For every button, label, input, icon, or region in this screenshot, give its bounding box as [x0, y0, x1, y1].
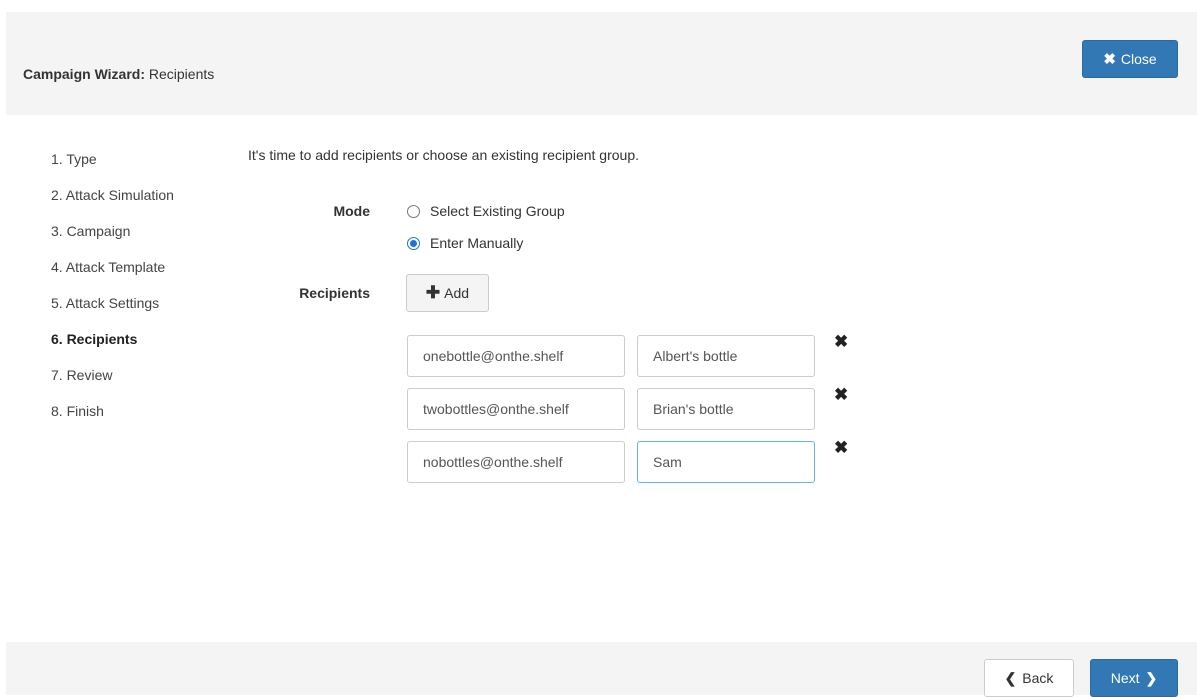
- radio-label-enter-manually: Enter Manually: [430, 235, 524, 251]
- close-button-label: Close: [1120, 51, 1157, 67]
- close-button[interactable]: ✖ Close: [1082, 40, 1178, 78]
- recipient-email-input[interactable]: twobottles@onthe.shelf: [407, 388, 625, 430]
- step-review: 7. Review: [51, 367, 113, 383]
- add-recipient-button[interactable]: ✚ Add: [406, 274, 489, 312]
- modal-header: Campaign Wizard: Recipients ✖ Close: [6, 12, 1197, 115]
- recipient-name-input[interactable]: Albert's bottle: [637, 335, 815, 377]
- recipients-label: Recipients: [299, 285, 370, 301]
- next-button-label: Next: [1110, 670, 1140, 686]
- step-campaign: 3. Campaign: [51, 223, 131, 239]
- recipient-email-input[interactable]: nobottles@onthe.shelf: [407, 441, 625, 483]
- modal-title-step: Recipients: [145, 66, 215, 82]
- step-finish: 8. Finish: [51, 403, 104, 419]
- remove-recipient-icon[interactable]: ✖: [834, 332, 848, 352]
- plus-icon: ✚: [425, 283, 441, 302]
- chevron-right-icon: ❯: [1145, 669, 1158, 686]
- mode-label: Mode: [333, 203, 370, 219]
- chevron-left-icon: ❮: [1004, 669, 1017, 686]
- step-recipients: 6. Recipients: [51, 331, 138, 347]
- recipient-name-input[interactable]: Sam: [637, 441, 815, 483]
- radio-circle-unchecked[interactable]: [407, 204, 420, 218]
- modal-title-bold: Campaign Wizard:: [23, 66, 145, 82]
- radio-circle-checked[interactable]: [407, 236, 420, 250]
- modal-body: 1. Type 2. Attack Simulation 3. Campaign…: [6, 115, 1197, 642]
- remove-recipient-icon[interactable]: ✖: [834, 385, 848, 405]
- back-button-label: Back: [1022, 670, 1054, 686]
- intro-text: It's time to add recipients or choose an…: [248, 147, 639, 163]
- radio-enter-manually[interactable]: Enter Manually: [407, 235, 523, 251]
- campaign-wizard-modal: Campaign Wizard: Recipients ✖ Close 1. T…: [6, 12, 1197, 697]
- close-icon: ✖: [1103, 51, 1116, 68]
- step-attack-template: 4. Attack Template: [51, 259, 166, 275]
- wizard-steps: 1. Type 2. Attack Simulation 3. Campaign…: [51, 149, 174, 437]
- next-button[interactable]: Next ❯: [1090, 659, 1178, 697]
- radio-select-existing-group[interactable]: Select Existing Group: [407, 203, 565, 219]
- modal-footer: ❮ Back Next ❯: [6, 642, 1197, 697]
- step-type: 1. Type: [51, 151, 97, 167]
- recipient-name-input[interactable]: Brian's bottle: [637, 388, 815, 430]
- radio-label-select-existing: Select Existing Group: [430, 203, 565, 219]
- add-button-label: Add: [444, 285, 470, 301]
- step-attack-simulation: 2. Attack Simulation: [51, 187, 174, 203]
- modal-title: Campaign Wizard: Recipients: [23, 66, 214, 82]
- recipient-email-input[interactable]: onebottle@onthe.shelf: [407, 335, 625, 377]
- remove-recipient-icon[interactable]: ✖: [834, 438, 848, 458]
- back-button[interactable]: ❮ Back: [984, 659, 1074, 697]
- step-attack-settings: 5. Attack Settings: [51, 295, 160, 311]
